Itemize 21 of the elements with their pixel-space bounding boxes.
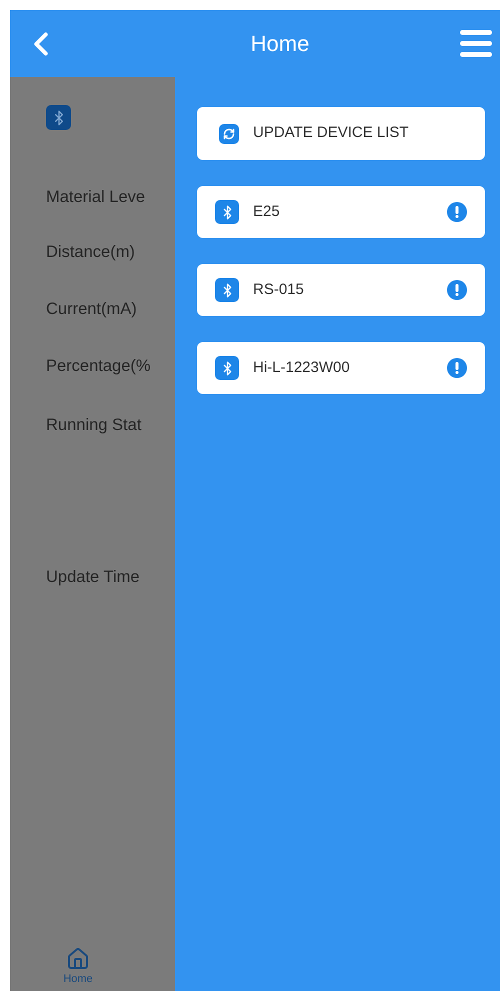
refresh-icon xyxy=(219,124,239,144)
device-item[interactable]: E25 xyxy=(197,186,485,238)
field-label: Material Leve xyxy=(46,187,146,208)
home-icon xyxy=(66,946,90,970)
field-label: Distance(m) xyxy=(46,242,136,263)
alert-icon xyxy=(447,202,467,222)
bluetooth-icon xyxy=(46,105,71,130)
header-title: Home xyxy=(250,30,310,58)
bluetooth-icon xyxy=(215,278,239,302)
field-label: Current(mA) xyxy=(46,298,138,320)
alert-icon xyxy=(447,280,467,300)
field-label: Percentage(% xyxy=(46,356,152,378)
update-device-list-button[interactable]: UPDATE DEVICE LIST xyxy=(197,107,485,160)
menu-button[interactable] xyxy=(460,30,492,57)
field-label: Update Time xyxy=(46,566,141,588)
device-item[interactable]: RS-015 xyxy=(197,264,485,316)
device-item[interactable]: Hi-L-1223W00 xyxy=(197,342,485,394)
bluetooth-icon xyxy=(215,200,239,224)
field-label: Running Stat xyxy=(46,415,142,436)
bluetooth-icon xyxy=(215,356,239,380)
alert-icon xyxy=(447,358,467,378)
